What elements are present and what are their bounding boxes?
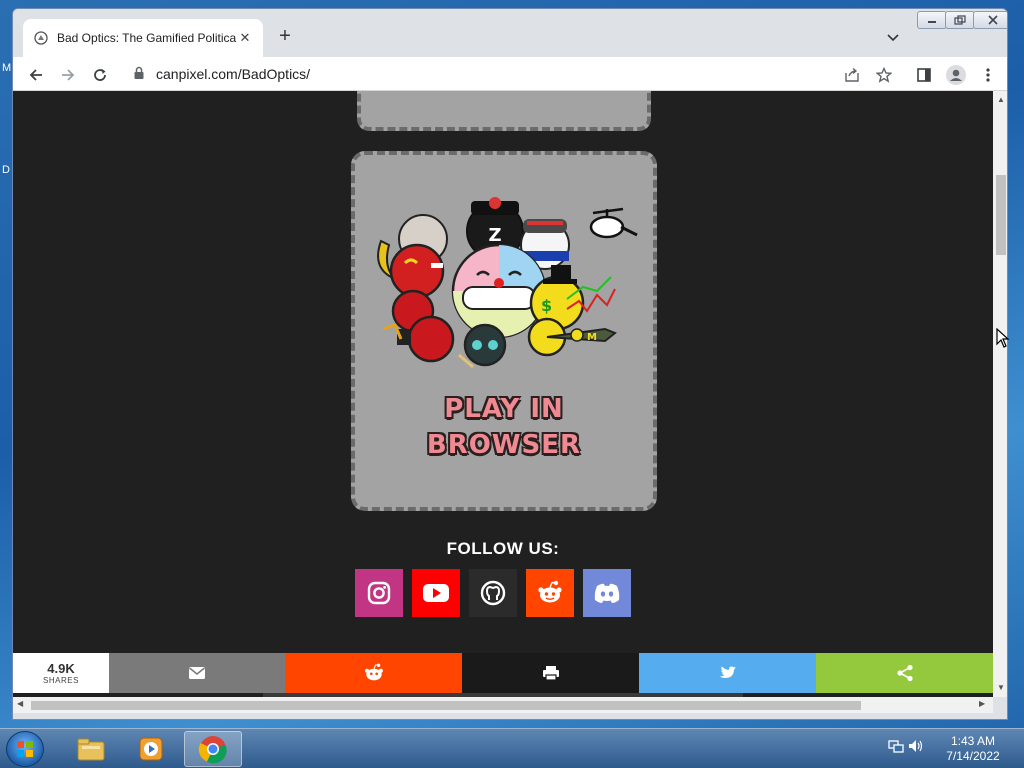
reload-button[interactable] <box>89 64 111 86</box>
svg-text:M: M <box>587 332 597 343</box>
share-print-button[interactable] <box>462 653 639 693</box>
share-email-button[interactable] <box>109 653 285 693</box>
share-bar: 4.9K SHARES <box>13 653 993 693</box>
print-icon <box>542 666 559 681</box>
site-favicon-icon <box>33 30 49 46</box>
scroll-up-icon[interactable]: ▲ <box>997 95 1005 104</box>
countryballs-artwork: Z $ M <box>361 179 651 379</box>
windows-logo-icon <box>17 741 33 757</box>
chrome-taskbar-icon[interactable] <box>184 731 242 767</box>
follow-us-heading: FOLLOW US: <box>446 539 560 558</box>
share-icon <box>896 664 913 682</box>
clock-date: 7/14/2022 <box>946 749 1000 763</box>
share-page-icon[interactable] <box>841 64 863 86</box>
discord-icon[interactable] <box>583 569 631 617</box>
bookmark-star-icon[interactable] <box>873 64 895 86</box>
svg-text:$: $ <box>541 296 552 315</box>
tab-bad-optics[interactable]: Bad Optics: The Gamified Politica ✕ <box>23 19 263 57</box>
taskbar: 1:43 AM 7/14/2022 <box>0 728 1024 768</box>
network-icon[interactable] <box>888 740 907 756</box>
lock-icon[interactable] <box>133 66 147 80</box>
restore-button[interactable] <box>945 11 975 29</box>
twitter-icon <box>719 665 736 678</box>
scroll-right-icon[interactable]: ▶ <box>979 699 985 708</box>
svg-text:Z: Z <box>488 225 501 246</box>
email-icon <box>189 667 205 679</box>
horizontal-scroll-thumb[interactable] <box>31 701 861 710</box>
play-in-browser-card[interactable]: Z $ M PLAY IN BROWSER <box>351 151 657 511</box>
media-player-taskbar-icon[interactable] <box>122 731 180 767</box>
page-viewport: Z $ M PLAY IN BROWSER FOLLOW US: 4.9K SH… <box>13 91 993 697</box>
share-reddit-button[interactable] <box>285 653 462 693</box>
play-in-browser-title[interactable]: PLAY IN BROWSER <box>355 391 653 463</box>
tab-title: Bad Optics: The Gamified Politica <box>57 31 237 45</box>
play-line-2: BROWSER <box>426 430 582 460</box>
minimize-button[interactable] <box>917 11 947 29</box>
back-button[interactable] <box>25 64 47 86</box>
share-count-label: SHARES <box>43 676 79 685</box>
clock-time: 1:43 AM <box>950 734 996 748</box>
horizontal-scrollbar[interactable]: ◀ ▶ <box>13 697 993 713</box>
reddit-icon[interactable] <box>526 569 574 617</box>
profile-avatar-icon[interactable] <box>945 64 967 86</box>
desktop-icon-label: M <box>2 62 12 74</box>
share-counter: 4.9K SHARES <box>13 653 109 693</box>
vertical-scroll-thumb[interactable] <box>996 175 1006 255</box>
github-icon[interactable] <box>469 569 517 617</box>
social-links <box>355 569 631 617</box>
instagram-icon[interactable] <box>355 569 403 617</box>
share-count: 4.9K <box>47 661 75 676</box>
side-panel-icon[interactable] <box>913 64 935 86</box>
taskbar-clock[interactable]: 1:43 AM 7/14/2022 <box>936 734 1010 764</box>
scroll-left-icon[interactable]: ◀ <box>17 699 23 708</box>
address-bar[interactable]: canpixel.com/BadOptics/ <box>156 66 310 82</box>
new-tab-button[interactable]: + <box>273 25 297 49</box>
play-line-1: PLAY IN <box>444 394 564 424</box>
reddit-icon <box>364 663 383 681</box>
browser-window: Bad Optics: The Gamified Politica ✕ + ca… <box>12 8 1008 720</box>
mouse-cursor-icon <box>996 327 1010 353</box>
browser-toolbar: canpixel.com/BadOptics/ <box>13 57 1007 91</box>
scroll-down-icon[interactable]: ▼ <box>997 683 1005 692</box>
share-twitter-button[interactable] <box>639 653 816 693</box>
share-generic-button[interactable] <box>816 653 993 693</box>
tab-close-icon[interactable]: ✕ <box>237 30 253 46</box>
vertical-scrollbar[interactable]: ▲ ▼ <box>993 91 1007 697</box>
system-tray <box>888 739 923 756</box>
close-window-button[interactable] <box>973 11 1007 29</box>
youtube-icon[interactable] <box>412 569 460 617</box>
start-button[interactable] <box>6 731 44 767</box>
title-bar: Bad Optics: The Gamified Politica ✕ + <box>13 9 1007 57</box>
explorer-taskbar-icon[interactable] <box>62 731 120 767</box>
menu-kebab-icon[interactable] <box>977 64 999 86</box>
volume-icon[interactable] <box>907 740 923 756</box>
forward-button[interactable] <box>57 64 79 86</box>
tab-search-icon[interactable] <box>883 27 903 47</box>
desktop-icon-label: D <box>2 164 10 176</box>
previous-card[interactable] <box>357 91 651 131</box>
